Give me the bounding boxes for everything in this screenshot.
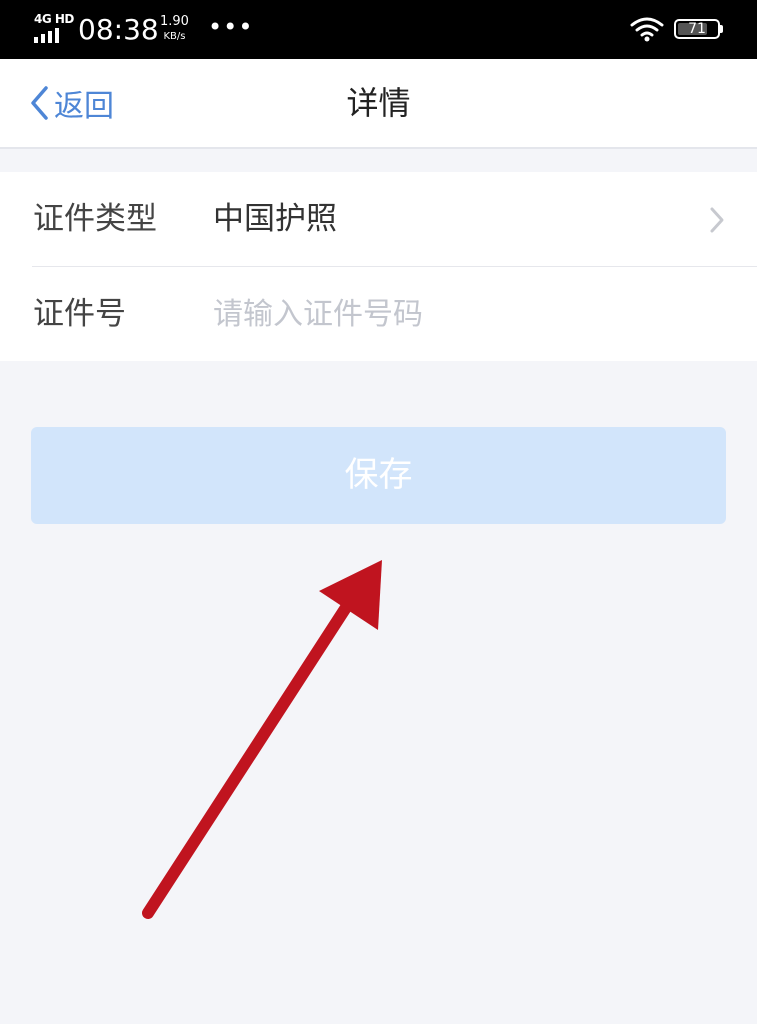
- speed-unit: KB/s: [163, 31, 186, 42]
- id-type-value: 中国护照: [213, 201, 337, 237]
- id-number-input[interactable]: [213, 289, 713, 339]
- id-number-label: 证件号: [33, 296, 126, 332]
- battery-tip: [720, 25, 723, 33]
- signal-icon: [34, 28, 59, 43]
- save-button[interactable]: 保存: [31, 427, 726, 524]
- chevron-right-icon: [710, 207, 724, 233]
- speed-value: 1.90: [160, 14, 189, 29]
- id-number-row: 证件号: [0, 267, 757, 361]
- battery-icon: 71: [674, 19, 720, 39]
- id-type-row[interactable]: 证件类型 中国护照: [0, 172, 757, 266]
- page-title: 详情: [346, 84, 411, 122]
- network-speed: 1.90 KB/s: [160, 14, 189, 44]
- clock: 08:38: [78, 13, 159, 46]
- status-bar: 4G HD 08:38 1.90 KB/s ••• 71: [0, 0, 757, 59]
- id-form: 证件类型 中国护照 证件号: [0, 172, 757, 361]
- id-type-label: 证件类型: [33, 201, 157, 237]
- network-type: 4G HD: [34, 12, 74, 26]
- battery-level: 71: [688, 21, 706, 37]
- nav-bar: 返回 详情: [0, 59, 757, 149]
- more-notifications-icon: •••: [208, 13, 254, 41]
- wifi-icon: [630, 17, 664, 42]
